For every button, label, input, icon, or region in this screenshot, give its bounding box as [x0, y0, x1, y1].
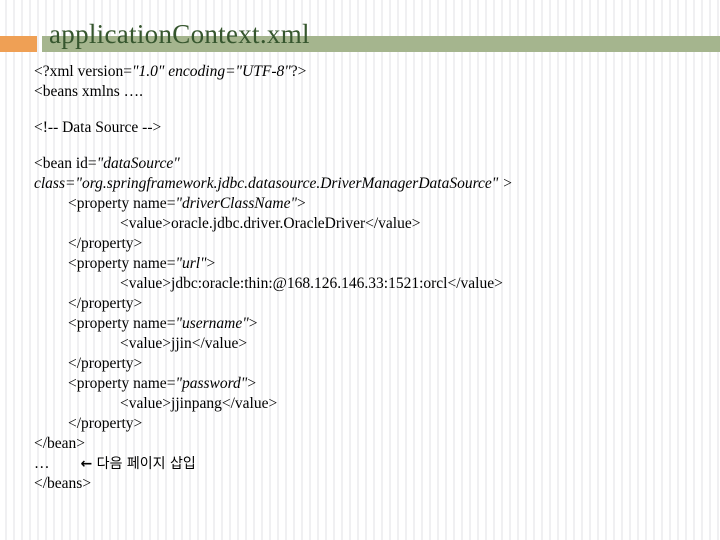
code-token: <?xml version=	[34, 63, 132, 80]
code-line: <beans xmlns ….	[0, 82, 720, 102]
code-token: class="org.springframework.jdbc.datasour…	[34, 175, 513, 192]
title-accent-block	[0, 36, 37, 52]
code-line: <property name="username">	[0, 314, 720, 334]
page-title: applicationContext.xml	[49, 19, 310, 49]
code-token: <value>jjin</value>	[120, 335, 248, 352]
code-line: </property>	[0, 414, 720, 434]
code-spacer	[0, 102, 720, 118]
code-line: <value>jdbc:oracle:thin:@168.126.146.33:…	[0, 274, 720, 294]
code-token: </bean>	[34, 435, 86, 452]
code-token: <!-- Data Source -->	[34, 119, 162, 136]
code-token: "UTF-8"	[235, 63, 291, 80]
code-token: "password"	[175, 375, 248, 392]
code-token: <property name=	[68, 195, 176, 212]
code-line: … ← 다음 페이지 삽입	[0, 454, 720, 474]
code-token: >	[248, 315, 258, 332]
code-token: </property>	[68, 355, 143, 372]
code-line: <value>oracle.jdbc.driver.OracleDriver</…	[0, 214, 720, 234]
annotation-text: 다음 페이지 삽입	[92, 456, 196, 472]
code-token: <value>jjinpang</value>	[120, 395, 278, 412]
code-token: </beans>	[34, 475, 92, 492]
code-token: >	[247, 375, 257, 392]
code-token: encoding=	[168, 63, 236, 80]
code-token: "url"	[175, 255, 207, 272]
code-line: </beans>	[0, 474, 720, 494]
code-block: <?xml version="1.0" encoding="UTF-8"?> <b…	[0, 62, 720, 494]
code-token: <beans xmlns ….	[34, 83, 144, 100]
code-token: ?>	[290, 63, 307, 80]
code-token: …	[34, 455, 50, 472]
code-token: </property>	[68, 295, 143, 312]
code-token: >	[296, 195, 306, 212]
code-line: </bean>	[0, 434, 720, 454]
code-line: </property>	[0, 234, 720, 254]
code-token: <bean id=	[34, 155, 97, 172]
code-token: <value>oracle.jdbc.driver.OracleDriver</…	[120, 215, 421, 232]
slide-canvas: applicationContext.xml <?xml version="1.…	[0, 0, 720, 540]
code-token: "dataSource"	[96, 155, 180, 172]
left-arrow-icon: ←	[80, 456, 93, 472]
code-line: </property>	[0, 354, 720, 374]
code-line: <value>jjinpang</value>	[0, 394, 720, 414]
code-spacer	[0, 138, 720, 154]
code-line: <bean id="dataSource"	[0, 154, 720, 174]
code-line: <value>jjin</value>	[0, 334, 720, 354]
code-line: class="org.springframework.jdbc.datasour…	[0, 174, 720, 194]
code-token: </property>	[68, 235, 143, 252]
code-line: <!-- Data Source -->	[0, 118, 720, 138]
code-line: <property name="driverClassName">	[0, 194, 720, 214]
code-token: <property name=	[68, 315, 176, 332]
code-line: </property>	[0, 294, 720, 314]
code-token: "1.0"	[131, 63, 169, 80]
code-token: <property name=	[68, 375, 176, 392]
code-token: </property>	[68, 415, 143, 432]
code-token: <property name=	[68, 255, 176, 272]
code-token: "driverClassName"	[175, 195, 297, 212]
code-line: <?xml version="1.0" encoding="UTF-8"?>	[0, 62, 720, 82]
code-line: <property name="password">	[0, 374, 720, 394]
code-line: <property name="url">	[0, 254, 720, 274]
code-token: "username"	[175, 315, 249, 332]
code-token: <value>jdbc:oracle:thin:@168.126.146.33:…	[120, 275, 503, 292]
code-token: >	[206, 255, 216, 272]
